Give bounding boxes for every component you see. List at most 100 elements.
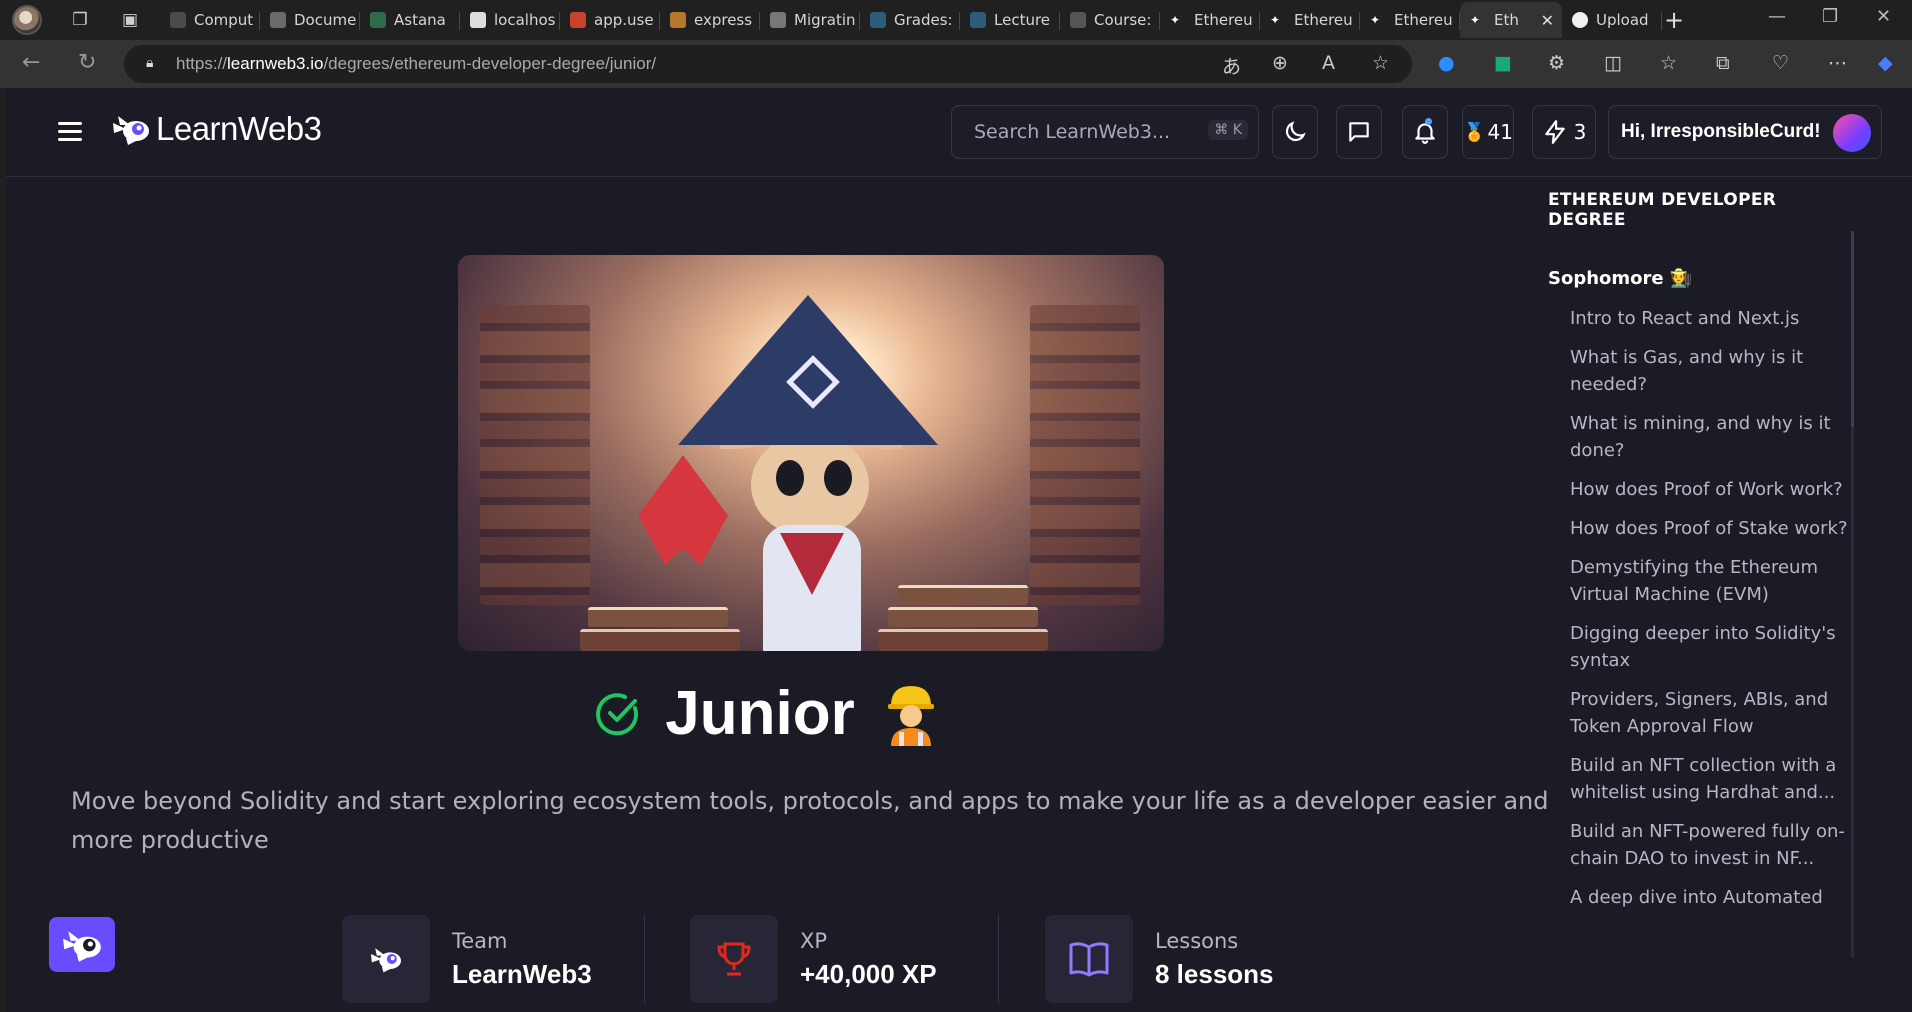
search-shortcut: ⌘ K xyxy=(1208,120,1248,140)
bookshelf-left xyxy=(480,305,590,605)
minimize-icon[interactable]: — xyxy=(1768,6,1786,27)
browser-tab[interactable]: ✦ Eth ✕ xyxy=(1460,2,1562,38)
degree-toc: ETHEREUM DEVELOPER DEGREE Sophomore 🧑‍🌾 … xyxy=(1548,190,1858,923)
red-emblem xyxy=(638,455,728,565)
learnweb3-assistant-button[interactable] xyxy=(49,917,115,972)
stat-team-label: Team xyxy=(452,928,508,953)
tab-favicon-icon xyxy=(570,12,586,28)
lock-icon: 🔒︎ xyxy=(146,55,154,71)
toc-lesson-link[interactable]: How does Proof of Work work? xyxy=(1548,476,1858,503)
notification-dot xyxy=(1425,118,1432,125)
tab-favicon-icon xyxy=(370,12,386,28)
browser-essentials-icon[interactable]: ♡ xyxy=(1772,52,1789,74)
tab-close-icon[interactable]: ✕ xyxy=(1541,11,1554,30)
books-right-3 xyxy=(898,585,1028,605)
notifications-button[interactable] xyxy=(1402,105,1448,159)
browser-tab[interactable]: Grades: xyxy=(860,2,960,38)
tab-label: express xyxy=(694,11,753,29)
close-window-icon[interactable]: ✕ xyxy=(1876,6,1891,27)
logo-link[interactable]: LearnWeb3 xyxy=(110,110,322,148)
tab-label: Lecture xyxy=(994,11,1051,29)
degree-description: Move beyond Solidity and start exploring… xyxy=(71,787,1549,854)
tab-favicon-icon: ✦ xyxy=(1170,13,1181,27)
tab-label: localhos xyxy=(494,11,556,29)
extensions-icon[interactable]: ⚙ xyxy=(1548,52,1565,74)
browser-tab[interactable]: Migratin xyxy=(760,2,860,38)
browser-tab[interactable]: ✦ Ethereu xyxy=(1360,2,1460,38)
degree-title-row: Junior xyxy=(6,678,1526,749)
tab-label: Course: xyxy=(1094,11,1152,29)
tab-label: Ethereu xyxy=(1394,11,1453,29)
toc-lesson-link[interactable]: Digging deeper into Solidity's syntax xyxy=(1548,620,1858,674)
more-menu-icon[interactable]: ⋯ xyxy=(1828,52,1847,74)
url-text: https://learnweb3.io/degrees/ethereum-de… xyxy=(176,54,657,73)
copilot-icon[interactable]: ◆ xyxy=(1878,52,1893,74)
toc-lesson-link[interactable]: Build an NFT-powered fully on-chain DAO … xyxy=(1548,818,1858,872)
toc-lesson-link[interactable]: Intro to React and Next.js xyxy=(1548,305,1858,332)
search-box[interactable]: Search LearnWeb3... ⌘ K xyxy=(951,105,1259,159)
collections-icon[interactable]: ❐ xyxy=(68,8,92,32)
toc-lesson-link[interactable]: Providers, Signers, ABIs, and Token Appr… xyxy=(1548,686,1858,740)
tab-label: Comput xyxy=(194,11,254,29)
streak-button[interactable]: 3 xyxy=(1532,105,1596,159)
browser-tab[interactable]: app.use xyxy=(560,2,660,38)
stat-xp: XP +40,000 XP xyxy=(690,915,937,1003)
streak-count: 3 xyxy=(1573,120,1587,144)
toc-section-sophomore[interactable]: Sophomore 🧑‍🌾 xyxy=(1548,268,1858,289)
tab-label: Docume xyxy=(294,11,357,29)
tab-favicon-icon xyxy=(1070,12,1086,28)
elf-face xyxy=(751,433,869,537)
messages-button[interactable] xyxy=(1336,105,1382,159)
browser-tab[interactable]: express xyxy=(660,2,760,38)
toc-lesson-link[interactable]: Build an NFT collection with a whitelist… xyxy=(1548,752,1858,806)
browser-tab[interactable]: Docume xyxy=(260,2,360,38)
menu-icon[interactable] xyxy=(58,122,82,141)
site-header: LearnWeb3 Search LearnWeb3... ⌘ K 🏅 41 3 … xyxy=(6,88,1912,177)
theme-toggle-button[interactable] xyxy=(1272,105,1318,159)
collections-icon-2[interactable]: ⧉ xyxy=(1716,52,1730,74)
browser-tab[interactable]: ✦ Ethereu xyxy=(1160,2,1260,38)
toc-lesson-link[interactable]: What is Gas, and why is it needed? xyxy=(1548,344,1858,398)
toc-lesson-link[interactable]: Demystifying the Ethereum Virtual Machin… xyxy=(1548,554,1858,608)
translate-icon[interactable]: あ xyxy=(1222,52,1241,79)
zoom-icon[interactable]: ⊕ xyxy=(1272,52,1288,74)
favorite-star-icon[interactable]: ☆ xyxy=(1372,52,1389,74)
lightning-icon xyxy=(1544,120,1565,144)
favorites-icon[interactable]: ☆ xyxy=(1660,52,1677,74)
toc-lesson-link[interactable]: What is mining, and why is it done? xyxy=(1548,410,1858,464)
browser-tab[interactable]: Astana xyxy=(360,2,460,38)
badges-button[interactable]: 🏅 41 xyxy=(1462,105,1514,159)
tab-favicon-icon xyxy=(970,12,986,28)
vertical-tabs-icon[interactable]: ▣ xyxy=(118,8,142,32)
toc-lesson-link[interactable]: How does Proof of Stake work? xyxy=(1548,515,1858,542)
browser-tabbar: ❐ ▣ Comput Docume Astana localhos app.use exp… xyxy=(0,0,1912,40)
tab-label: Upload xyxy=(1596,11,1649,29)
browser-tab[interactable]: Comput xyxy=(160,2,260,38)
chatgpt-extension-icon[interactable]: ■ xyxy=(1494,52,1512,74)
toc-scrollbar-thumb[interactable] xyxy=(1851,231,1854,427)
profile-avatar[interactable] xyxy=(12,5,42,35)
moon-icon xyxy=(1285,121,1306,142)
toc-heading: ETHEREUM DEVELOPER DEGREE xyxy=(1548,190,1777,230)
tab-favicon-icon xyxy=(470,12,486,28)
trophy-icon xyxy=(690,915,778,1003)
elf-eye-left xyxy=(776,460,804,496)
split-screen-icon[interactable]: ◫ xyxy=(1604,52,1622,74)
back-icon[interactable]: ← xyxy=(22,50,40,75)
toc-lesson-link[interactable]: A deep dive into Automated xyxy=(1548,884,1858,911)
browser-tab[interactable]: Lecture xyxy=(960,2,1060,38)
browser-tab[interactable]: ✦ Ethereu xyxy=(1260,2,1360,38)
shazam-extension-icon[interactable]: ● xyxy=(1438,52,1455,74)
learnweb3-logo-icon xyxy=(113,116,149,145)
stat-divider xyxy=(998,915,999,1003)
refresh-icon[interactable]: ↻ xyxy=(78,50,96,75)
new-tab-icon[interactable]: + xyxy=(1664,6,1684,34)
medal-icon: 🏅 xyxy=(1463,121,1486,143)
browser-tab[interactable]: Upload xyxy=(1562,2,1662,38)
restore-icon[interactable]: ❐ xyxy=(1822,6,1838,27)
browser-tab[interactable]: Course: xyxy=(1060,2,1160,38)
browser-tab[interactable]: localhos xyxy=(460,2,560,38)
user-menu-button[interactable]: Hi, IrresponsibleCurd! xyxy=(1608,105,1882,159)
read-aloud-icon[interactable]: A xyxy=(1322,52,1335,74)
url-field[interactable]: 🔒︎ https://learnweb3.io/degrees/ethereum… xyxy=(124,45,1412,83)
